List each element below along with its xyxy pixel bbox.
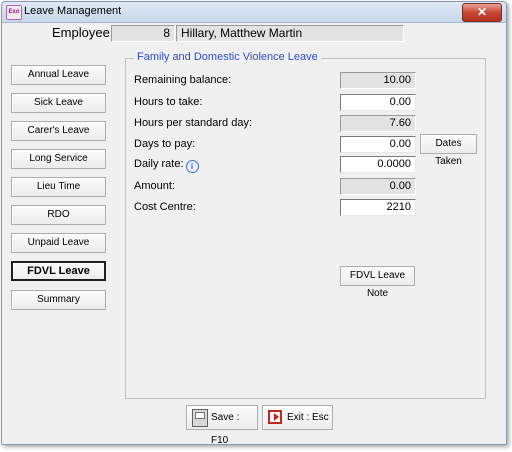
exit-label: Exit : Esc — [287, 412, 329, 423]
amount-field: 0.00 — [340, 178, 416, 195]
app-logo-icon: Exo — [6, 5, 22, 20]
fdvl-group-box — [125, 58, 486, 399]
daily-rate-label: Daily rate: — [134, 158, 184, 170]
save-button[interactable]: Save : F10 — [186, 405, 258, 446]
employee-name-field: Hillary, Matthew Martin — [176, 25, 404, 42]
days-to-pay-input[interactable]: 0.00 — [340, 136, 416, 153]
window-title: Leave Management — [24, 5, 122, 17]
daily-rate-input[interactable]: 0.0000 — [340, 156, 416, 173]
daily-rate-row: Daily rate: i — [134, 158, 199, 173]
unpaid-leave-button[interactable]: Unpaid Leave — [11, 233, 106, 253]
hours-to-take-label: Hours to take: — [134, 96, 203, 108]
carers-leave-button[interactable]: Carer's Leave — [11, 121, 106, 141]
hours-to-take-input[interactable]: 0.00 — [340, 94, 416, 111]
group-title: Family and Domestic Violence Leave — [134, 51, 321, 63]
lieu-time-button[interactable]: Lieu Time — [11, 177, 106, 197]
exit-icon — [268, 410, 282, 424]
rdo-button[interactable]: RDO — [11, 205, 106, 225]
employee-label: Employee: — [52, 25, 114, 40]
remaining-balance-field: 10.00 — [340, 72, 416, 89]
employee-number-field: 8 — [111, 25, 175, 42]
info-icon[interactable]: i — [185, 160, 199, 173]
annual-leave-button[interactable]: Annual Leave — [11, 65, 106, 85]
cost-centre-label: Cost Centre: — [134, 201, 196, 213]
days-to-pay-label: Days to pay: — [134, 138, 196, 150]
hours-per-day-field: 7.60 — [340, 115, 416, 132]
sick-leave-button[interactable]: Sick Leave — [11, 93, 106, 113]
remaining-balance-label: Remaining balance: — [134, 74, 232, 86]
close-button[interactable]: ✕ — [462, 3, 502, 22]
save-icon — [192, 409, 208, 427]
fdvl-leave-button[interactable]: FDVL Leave — [11, 261, 106, 281]
dates-taken-button[interactable]: Dates Taken — [420, 134, 477, 167]
long-service-button[interactable]: Long Service — [11, 149, 106, 169]
summary-button[interactable]: Summary — [11, 290, 106, 310]
amount-label: Amount: — [134, 180, 175, 192]
cost-centre-input[interactable]: 2210 — [340, 199, 416, 216]
fdvl-leave-note-button[interactable]: FDVL Leave Note — [340, 266, 415, 299]
hours-per-day-label: Hours per standard day: — [134, 117, 253, 129]
exit-button[interactable]: Exit : Esc — [262, 405, 333, 430]
title-bar[interactable]: Exo Leave Management ✕ — [2, 2, 506, 23]
